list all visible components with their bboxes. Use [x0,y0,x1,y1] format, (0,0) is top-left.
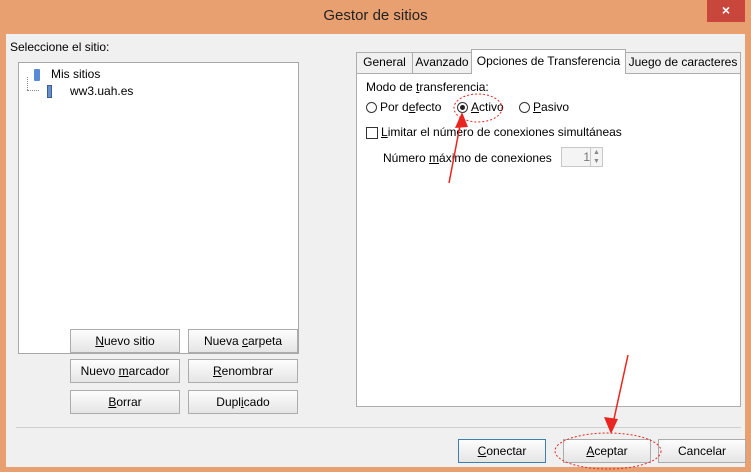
tree-item-label: ww3.uah.es [70,84,134,98]
new-site-mnemonic: N [95,334,104,348]
delete-label: orrar [116,395,142,409]
window-title: Gestor de sitios [323,7,428,24]
tree-connector [27,77,28,90]
close-button[interactable]: × [707,0,745,22]
radio-passive-mnemonic: P [533,100,542,114]
transfer-mode-text-end: ransferencia: [419,80,489,94]
rename-button[interactable]: Renombrar [188,359,298,383]
duplicate-button[interactable]: Duplicado [188,390,298,414]
dialog-body: Seleccione el sitio: Mis sitios ww3.uah.… [6,34,746,467]
server-icon [47,85,52,98]
radio-activo[interactable] [457,102,468,113]
tree-connector-branch [27,90,39,91]
max-connections-spinner[interactable]: 1 ▲ ▼ [561,147,603,167]
radio-pasivo[interactable] [519,102,530,113]
tab-general[interactable]: General [356,52,413,73]
duplicate-label: Dupl [216,395,241,409]
site-tree[interactable]: Mis sitios ww3.uah.es [18,62,299,354]
select-site-label: Seleccione el sitio: [10,40,110,54]
radio-por-defecto[interactable] [366,102,377,113]
new-bookmark-label: Nuevo [80,364,119,378]
tab-opciones-transferencia[interactable]: Opciones de Transferencia [471,49,626,74]
transfer-mode-label: Modo de transferencia: [366,80,489,94]
new-site-label: uevo sitio [103,334,155,348]
transfer-options-panel: Modo de transferencia: Por defecto Activ… [356,73,741,407]
radio-pasivo-label[interactable]: Pasivo [533,100,569,114]
duplicate-label-end: cado [243,395,270,409]
tree-item-label: Mis sitios [51,67,101,81]
spinner-arrows-icon[interactable]: ▲ ▼ [590,148,602,166]
new-folder-label-end: arpeta [248,334,283,348]
max-text-end: áximo de conexiones [439,151,552,165]
radio-default-text-end: fecto [415,100,442,114]
radio-por-defecto-label[interactable]: Por defecto [380,100,441,114]
limit-connections-checkbox[interactable] [366,127,378,139]
accept-label: ceptar [594,444,628,458]
new-bookmark-label-end: arcador [128,364,170,378]
new-folder-label: Nueva [203,334,242,348]
delete-button[interactable]: Borrar [70,390,180,414]
connect-button[interactable]: Conectar [458,439,546,463]
close-icon: × [721,2,731,18]
max-mnemonic: m [429,151,440,165]
transfer-mode-text: Modo de [366,80,417,94]
connect-mnemonic: C [477,444,487,458]
limit-text: imitar el número de conexiones simultáne… [387,125,622,139]
cancel-button[interactable]: Cancelar [658,439,746,463]
site-manager-window: Gestor de sitios × Seleccione el sitio: … [0,0,751,472]
rename-mnemonic: R [212,364,222,378]
new-bookmark-button[interactable]: Nuevo marcador [70,359,180,383]
radio-activo-label[interactable]: Activo [471,100,504,114]
limit-connections-label[interactable]: Limitar el número de conexiones simultán… [381,125,622,139]
max-connections-label: Número máximo de conexiones [383,151,552,165]
radio-default-text: Por d [380,100,409,114]
limit-mnemonic: L [381,125,388,139]
radio-passive-text: asivo [541,100,570,114]
title-bar: Gestor de sitios × [0,0,751,31]
radio-selected-dot [460,105,465,110]
new-bookmark-mnemonic: m [118,364,129,378]
folder-icon [34,69,40,81]
tab-juego-caracteres[interactable]: Juego de caracteres [625,52,741,73]
max-connections-value: 1 [583,150,590,164]
connect-label: onectar [486,444,527,458]
accept-button[interactable]: Aceptar [563,439,651,463]
rename-label: enombrar [221,364,274,378]
tab-avanzado[interactable]: Avanzado [412,52,472,73]
radio-active-text: ctivo [479,100,504,114]
new-folder-button[interactable]: Nueva carpeta [188,329,298,353]
radio-active-mnemonic: A [471,100,480,114]
new-site-button[interactable]: Nuevo sitio [70,329,180,353]
footer-divider [16,427,741,428]
max-text: Número [383,151,430,165]
